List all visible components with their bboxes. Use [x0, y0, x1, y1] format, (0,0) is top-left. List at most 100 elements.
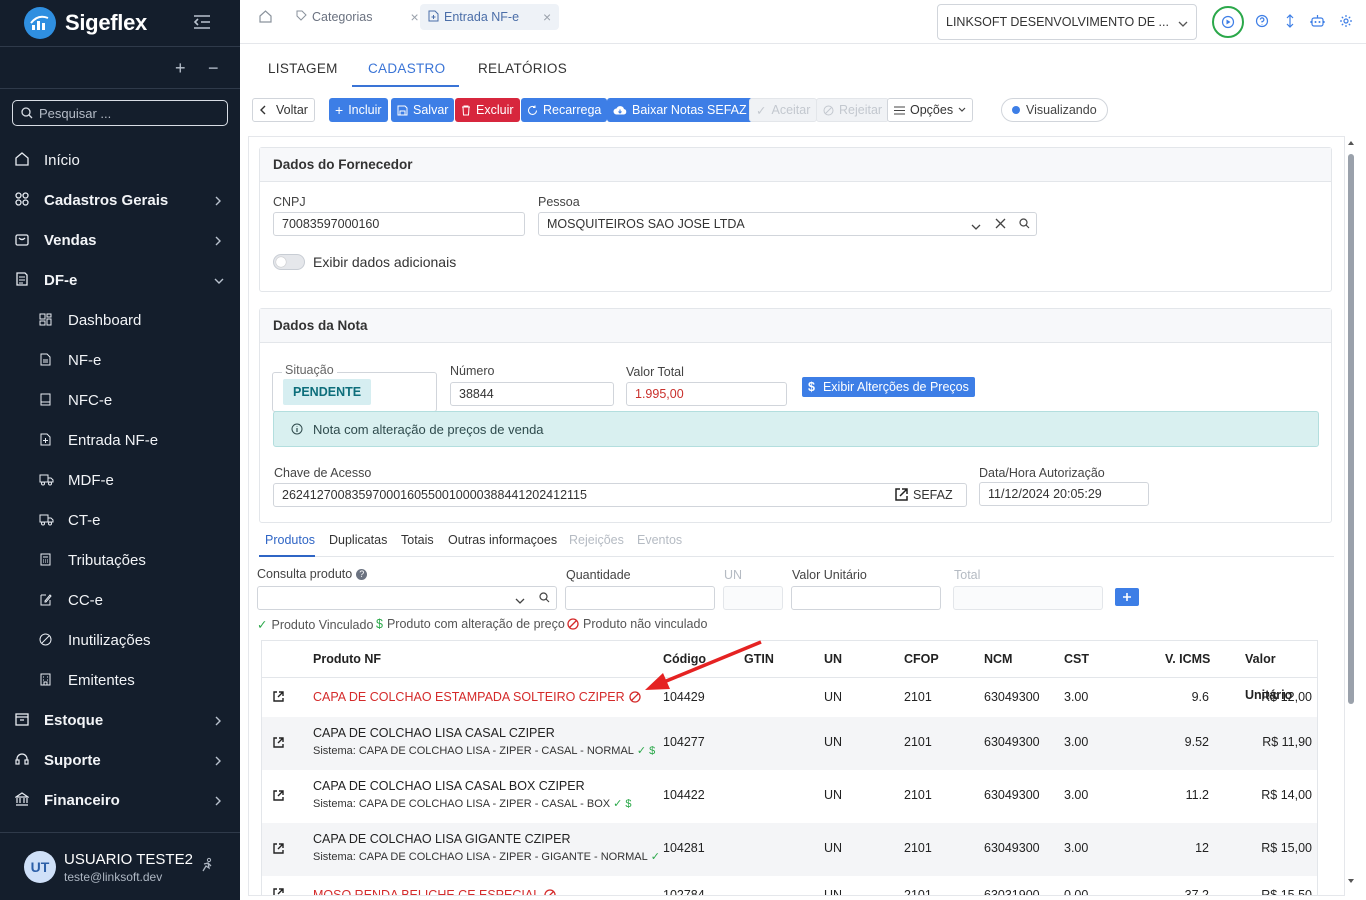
sidebar-item-entrada-nfe[interactable]: Entrada NF-e	[0, 420, 240, 460]
close-icon[interactable]: ×	[410, 9, 418, 25]
sidebar-item-suporte[interactable]: Suporte	[0, 740, 240, 780]
column-header[interactable]: UN	[824, 641, 842, 677]
exibir-alteracoes-button[interactable]: $ Exibir Alterções de Preços	[802, 377, 975, 397]
help-icon[interactable]: ?	[356, 568, 368, 580]
collapse-sidebar-icon[interactable]	[193, 14, 211, 33]
column-header[interactable]: NCM	[984, 641, 1012, 677]
open-link-icon[interactable]	[273, 790, 284, 804]
scroll-up-icon[interactable]	[1347, 140, 1355, 146]
sidebar-item-nfce[interactable]: NFC-e	[0, 380, 240, 420]
sidebar-item-cce[interactable]: CC-e	[0, 580, 240, 620]
tab-relatorios[interactable]: RELATÓRIOS	[478, 61, 567, 76]
tab-totais[interactable]: Totais	[401, 533, 434, 547]
tab-label: Categorias	[312, 10, 373, 24]
sidebar-item-dashboard[interactable]: Dashboard	[0, 300, 240, 340]
chevron-right-icon	[214, 714, 222, 731]
scrollbar[interactable]	[1344, 136, 1358, 890]
help-icon[interactable]	[1255, 14, 1269, 31]
pessoa-select[interactable]: MOSQUITEIROS SAO JOSE LTDA	[538, 212, 1037, 236]
sidebar-item-estoque[interactable]: Estoque	[0, 700, 240, 740]
close-icon[interactable]: ×	[543, 9, 551, 25]
sidebar-item-nfe[interactable]: NF-e	[0, 340, 240, 380]
sidebar-item-mdfe[interactable]: MDF-e	[0, 460, 240, 500]
table-row[interactable]: CAPA DE COLCHAO ESTAMPADA SOLTEIRO CZIPE…	[262, 678, 1317, 717]
back-button[interactable]: Voltar	[252, 98, 315, 122]
column-header[interactable]: CST	[1064, 641, 1089, 677]
home-icon[interactable]	[259, 10, 272, 26]
consulta-produto-select[interactable]	[257, 586, 557, 610]
column-header[interactable]: CFOP	[904, 641, 939, 677]
excluir-button[interactable]: Excluir	[455, 98, 520, 122]
open-link-icon[interactable]	[273, 737, 284, 751]
tab-rejeicoes[interactable]: Rejeições	[569, 533, 624, 547]
sidebar-item-inicio[interactable]: Início	[0, 140, 240, 180]
collapse-all-icon[interactable]: −	[208, 58, 219, 79]
open-link-icon[interactable]	[273, 888, 284, 895]
robot-icon[interactable]	[1310, 14, 1325, 31]
chevron-down-icon[interactable]	[971, 220, 981, 234]
table-row[interactable]: CAPA DE COLCHAO LISA CASAL BOX CZIPER Si…	[262, 770, 1317, 823]
table-row[interactable]: CAPA DE COLCHAO LISA CASAL CZIPER Sistem…	[262, 717, 1317, 770]
search-icon[interactable]	[1019, 218, 1030, 232]
table-row[interactable]: CAPA DE COLCHAO LISA GIGANTE CZIPER Sist…	[262, 823, 1317, 876]
user-profile[interactable]: UT USUARIO TESTE2 teste@linksoft.dev	[0, 832, 240, 900]
brand[interactable]: Sigeflex	[0, 0, 240, 46]
sidebar-item-tributacoes[interactable]: Tributações	[0, 540, 240, 580]
table-row[interactable]: MOSQ RENDA BELICHE CE ESPECIAL 102784 UN…	[262, 876, 1317, 895]
resize-vertical-icon[interactable]	[1285, 14, 1295, 31]
chave-field[interactable]: 2624127008359700016055001000038844120241…	[273, 483, 967, 507]
gear-icon[interactable]	[1339, 14, 1353, 31]
sidebar-item-emitentes[interactable]: Emitentes	[0, 660, 240, 700]
expand-all-icon[interactable]: +	[175, 58, 186, 79]
sidebar-search-input[interactable]: Pesquisar ...	[12, 100, 228, 126]
panel-title: Dados do Fornecedor	[260, 148, 1331, 182]
opcoes-button[interactable]: Opções	[887, 98, 974, 122]
scrollbar-thumb[interactable]	[1348, 154, 1354, 704]
clear-icon[interactable]	[995, 218, 1006, 232]
salvar-button[interactable]: Salvar	[391, 98, 455, 122]
sidebar-item-cte[interactable]: CT-e	[0, 500, 240, 540]
sidebar-item-inutilizacoes[interactable]: Inutilizações	[0, 620, 240, 660]
run-button[interactable]	[1212, 6, 1244, 38]
quantidade-field[interactable]	[565, 586, 715, 610]
tab-cadastro[interactable]: CADASTRO	[368, 61, 445, 76]
valor-unitario-field[interactable]	[791, 586, 941, 610]
sidebar-item-financeiro[interactable]: Financeiro	[0, 780, 240, 820]
open-link-icon[interactable]	[273, 691, 284, 705]
rejeitar-button[interactable]: Rejeitar	[816, 98, 890, 122]
tab-entrada-nfe[interactable]: Entrada NF-e ×	[420, 4, 560, 30]
data-autorizacao-field[interactable]: 11/12/2024 20:05:29	[979, 482, 1149, 506]
column-header[interactable]: V. ICMS	[1165, 641, 1210, 677]
tab-outras-informacoes[interactable]: Outras informaçoes	[448, 533, 557, 547]
sefaz-link[interactable]: SEFAZ	[894, 487, 953, 502]
search-icon[interactable]	[539, 592, 550, 606]
add-product-button[interactable]	[1115, 588, 1139, 606]
scroll-down-icon[interactable]	[1347, 878, 1355, 884]
company-select[interactable]: LINKSOFT DESENVOLVIMENTO DE ...	[937, 4, 1197, 40]
column-header[interactable]: Produto NF	[313, 641, 381, 677]
valor-total-value: 1.995,00	[635, 387, 684, 401]
aceitar-button[interactable]: ✓ Aceitar	[749, 98, 818, 122]
tab-listagem[interactable]: LISTAGEM	[268, 61, 338, 76]
numero-field[interactable]: 38844	[450, 382, 614, 406]
cnpj-field[interactable]: 70083597000160	[273, 212, 525, 236]
tab-eventos[interactable]: Eventos	[637, 533, 682, 547]
user-activity-icon[interactable]	[199, 857, 215, 876]
total-field[interactable]	[953, 586, 1103, 610]
tab-duplicatas[interactable]: Duplicatas	[329, 533, 387, 547]
sidebar-item-cadastros-gerais[interactable]: Cadastros Gerais	[0, 180, 240, 220]
tab-categorias[interactable]: Categorias ×	[288, 4, 427, 30]
tab-produtos[interactable]: Produtos	[265, 533, 315, 547]
recarrega-button[interactable]: Recarrega	[521, 98, 608, 122]
un-field[interactable]	[723, 586, 783, 610]
sidebar-item-vendas[interactable]: Vendas	[0, 220, 240, 260]
incluir-button[interactable]: + Incluir	[329, 98, 388, 122]
sidebar-item-dfe[interactable]: DF-e	[0, 260, 240, 300]
chevron-down-icon[interactable]	[515, 594, 525, 608]
open-link-icon[interactable]	[273, 843, 284, 857]
additional-data-toggle[interactable]	[273, 254, 305, 270]
un-cell: UN	[824, 841, 843, 855]
column-header[interactable]: Valor Unitário	[1245, 641, 1317, 702]
baixar-sefaz-button[interactable]: Baixar Notas SEFAZ	[607, 98, 753, 122]
valor-total-field[interactable]: 1.995,00	[626, 382, 787, 406]
